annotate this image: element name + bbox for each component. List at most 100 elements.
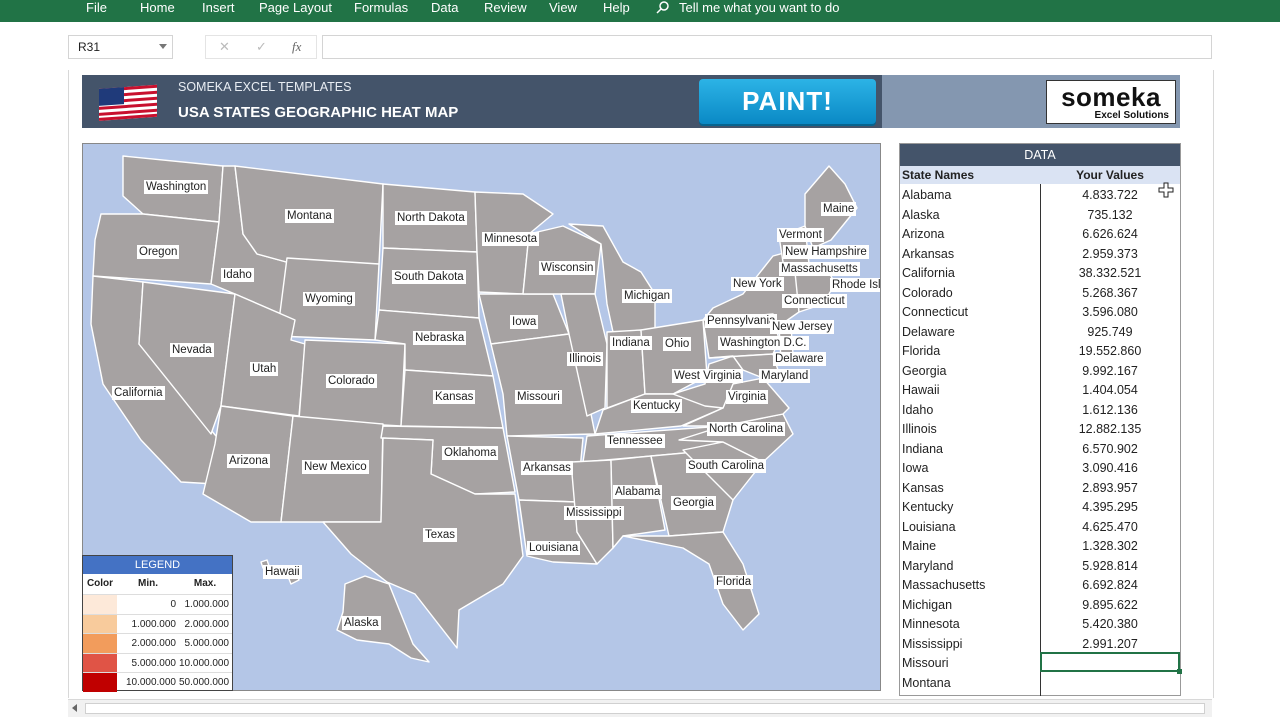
state-name-cell[interactable]: Alabama [902, 188, 951, 202]
value-cell[interactable]: 735.132 [1041, 208, 1179, 222]
horizontal-scrollbar[interactable] [68, 699, 1212, 717]
tab-help[interactable]: Help [603, 0, 630, 22]
value-cell[interactable]: 6.570.902 [1041, 442, 1179, 456]
tab-review[interactable]: Review [484, 0, 527, 22]
tab-file[interactable]: File [86, 0, 107, 22]
value-cell[interactable]: 6.692.824 [1041, 578, 1179, 592]
value-cell[interactable]: 3.090.416 [1041, 461, 1179, 475]
state-label: South Dakota [392, 270, 466, 284]
state-name-cell[interactable]: Colorado [902, 286, 953, 300]
paint-button[interactable]: PAINT! [699, 79, 876, 124]
state-name-cell[interactable]: Alaska [902, 208, 940, 222]
legend-swatch[interactable] [83, 634, 117, 653]
scrollbar-thumb[interactable] [85, 703, 1205, 714]
name-box[interactable]: R31 [68, 35, 173, 59]
legend-max[interactable]: 10.000.000 [179, 654, 229, 673]
state-name-cell[interactable]: Michigan [902, 598, 952, 612]
legend-max[interactable]: 50.000.000 [179, 673, 229, 692]
state-name-cell[interactable]: Missouri [902, 656, 949, 670]
tab-data[interactable]: Data [431, 0, 458, 22]
formula-input[interactable] [322, 35, 1212, 59]
legend-swatch[interactable] [83, 673, 117, 692]
selected-cell[interactable] [1040, 652, 1180, 672]
state-label: Virginia [726, 390, 769, 404]
insert-function-icon[interactable]: fx [292, 39, 301, 55]
state-name-cell[interactable]: California [902, 266, 955, 280]
legend-min[interactable]: 1.000.000 [118, 615, 177, 634]
table-row: Florida 19.552.860 [900, 342, 1180, 362]
state-name-cell[interactable]: Maryland [902, 559, 953, 573]
legend-max[interactable]: 2.000.000 [179, 615, 230, 634]
state-name-cell[interactable]: Mississippi [902, 637, 962, 651]
value-cell[interactable]: 4.625.470 [1041, 520, 1179, 534]
state-name-cell[interactable]: Massachusetts [902, 578, 985, 592]
tell-me-search[interactable]: Tell me what you want to do [679, 0, 839, 22]
legend-max[interactable]: 1.000.000 [179, 595, 230, 614]
state-label: Vermont [777, 228, 824, 242]
value-cell[interactable]: 2.893.957 [1041, 481, 1179, 495]
legend-min[interactable]: 10.000.000 [118, 673, 176, 692]
enter-icon[interactable]: ✓ [256, 39, 267, 55]
value-cell[interactable]: 19.552.860 [1041, 344, 1179, 358]
state-name-cell[interactable]: Kansas [902, 481, 944, 495]
value-cell[interactable]: 12.882.135 [1041, 422, 1179, 436]
logo-sub-text: Excel Solutions [1094, 110, 1169, 121]
chevron-down-icon[interactable] [159, 44, 167, 49]
scroll-left-icon[interactable] [72, 704, 77, 712]
state-label: Alaska [342, 616, 381, 630]
value-cell[interactable]: 9.992.167 [1041, 364, 1179, 378]
value-cell[interactable]: 4.395.295 [1041, 500, 1179, 514]
legend-swatch[interactable] [83, 653, 117, 673]
value-cell[interactable]: 1.612.136 [1041, 403, 1179, 417]
state-name-cell[interactable]: Illinois [902, 422, 937, 436]
legend-swatch[interactable] [83, 595, 117, 614]
lightbulb-search-icon[interactable] [655, 0, 671, 16]
state-label: Tennessee [605, 434, 665, 448]
state-label: Louisiana [527, 541, 581, 555]
value-cell[interactable]: 5.268.367 [1041, 286, 1179, 300]
tab-view[interactable]: View [549, 0, 577, 22]
state-name-cell[interactable]: Minnesota [902, 617, 960, 631]
state-name-cell[interactable]: Louisiana [902, 520, 956, 534]
state-name-cell[interactable]: Iowa [902, 461, 928, 475]
value-cell[interactable]: 5.928.814 [1041, 559, 1179, 573]
fill-handle[interactable] [1177, 669, 1182, 674]
state-name-cell[interactable]: Arizona [902, 227, 944, 241]
state-name-cell[interactable]: Florida [902, 344, 940, 358]
value-cell[interactable]: 2.959.373 [1041, 247, 1179, 261]
state-name-cell[interactable]: Delaware [902, 325, 955, 339]
value-cell[interactable]: 1.404.054 [1041, 383, 1179, 397]
value-cell[interactable]: 6.626.624 [1041, 227, 1179, 241]
state-name-cell[interactable]: Maine [902, 539, 936, 553]
legend-swatch[interactable] [83, 614, 117, 634]
state-name-cell[interactable]: Indiana [902, 442, 943, 456]
state-label: New Hampshire [783, 245, 869, 259]
state-name-cell[interactable]: Georgia [902, 364, 946, 378]
state-name-cell[interactable]: Hawaii [902, 383, 940, 397]
legend-min[interactable]: 5.000.000 [118, 654, 177, 673]
state-name-cell[interactable]: Idaho [902, 403, 933, 417]
legend-row: 1.000.000 2.000.000 [83, 613, 232, 635]
tab-page-layout[interactable]: Page Layout [259, 0, 332, 22]
tab-insert[interactable]: Insert [202, 0, 235, 22]
table-row: Massachusetts 6.692.824 [900, 576, 1180, 596]
table-row: Maine 1.328.302 [900, 537, 1180, 557]
tab-home[interactable]: Home [140, 0, 175, 22]
table-row: Indiana 6.570.902 [900, 440, 1180, 460]
state-name-cell[interactable]: Montana [902, 676, 951, 690]
tab-formulas[interactable]: Formulas [354, 0, 408, 22]
value-cell[interactable]: 38.332.521 [1041, 266, 1179, 280]
value-cell[interactable]: 5.420.380 [1041, 617, 1179, 631]
legend-min[interactable]: 2.000.000 [118, 634, 177, 653]
cancel-icon[interactable]: ✕ [219, 39, 230, 55]
value-cell[interactable]: 9.895.622 [1041, 598, 1179, 612]
value-cell[interactable]: 925.749 [1041, 325, 1179, 339]
value-cell[interactable]: 2.991.207 [1041, 637, 1179, 651]
state-name-cell[interactable]: Arkansas [902, 247, 954, 261]
value-cell[interactable]: 1.328.302 [1041, 539, 1179, 553]
legend-max[interactable]: 5.000.000 [179, 634, 230, 653]
state-name-cell[interactable]: Kentucky [902, 500, 953, 514]
value-cell[interactable]: 3.596.080 [1041, 305, 1179, 319]
legend-min[interactable]: 0 [118, 595, 176, 614]
state-name-cell[interactable]: Connecticut [902, 305, 968, 319]
